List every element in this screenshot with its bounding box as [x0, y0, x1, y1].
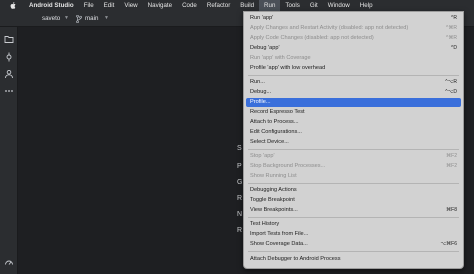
menu-edit[interactable]: Edit — [99, 0, 120, 11]
menu-item-label: Debugging Actions — [250, 187, 297, 193]
menu-item-apply-code-changes[interactable]: Apply Code Changes (disabled: app not de… — [246, 34, 461, 43]
commit-icon[interactable] — [4, 52, 14, 62]
menu-bar: Android Studio File Edit View Navigate C… — [0, 0, 474, 11]
apple-icon[interactable] — [10, 2, 16, 9]
menu-navigate[interactable]: Navigate — [143, 0, 177, 11]
menu-item-run-dialog[interactable]: Run... ^⌥R — [246, 78, 461, 87]
people-icon[interactable] — [4, 69, 14, 79]
more-icon[interactable] — [4, 86, 14, 96]
menu-item-select-device[interactable]: Select Device... — [246, 138, 461, 147]
menu-separator — [248, 183, 459, 184]
menu-item-label: Select Device... — [250, 139, 289, 145]
menu-separator — [248, 75, 459, 76]
menu-item-label: Stop 'app' — [250, 153, 275, 159]
menu-item-run-with-coverage[interactable]: Run 'app' with Coverage — [246, 54, 461, 63]
menu-item-shortcut: ⌘F2 — [446, 163, 457, 169]
folder-icon[interactable] — [4, 34, 14, 44]
menu-item-shortcut: ^R — [451, 15, 457, 21]
menu-item-shortcut: ^⌥R — [445, 79, 457, 85]
menu-item-label: Attach Debugger to Android Process — [250, 256, 341, 262]
welcome-text-fragment: P — [237, 163, 242, 170]
menu-code[interactable]: Code — [177, 0, 202, 11]
menu-item-label: Attach to Process... — [250, 119, 299, 125]
menu-git[interactable]: Git — [305, 0, 323, 11]
menu-tools[interactable]: Tools — [280, 0, 304, 11]
menu-item-label: Debug... — [250, 89, 272, 95]
run-menu-dropdown: Run 'app' ^R Apply Changes and Restart A… — [243, 11, 464, 269]
menu-item-label: Edit Configurations... — [250, 129, 302, 135]
menu-view[interactable]: View — [119, 0, 142, 11]
menu-item-label: Import Tests from File... — [250, 231, 309, 237]
chevron-down-icon: ▼ — [64, 15, 69, 21]
menu-item-label: Apply Changes and Restart Activity (disa… — [250, 25, 409, 31]
menu-item-show-coverage-data[interactable]: Show Coverage Data... ⌥⌘F6 — [246, 240, 461, 249]
menu-item-label: Stop Background Processes... — [250, 163, 326, 169]
branch-icon — [76, 15, 82, 23]
menu-item-attach-debugger[interactable]: Attach Debugger to Android Process — [246, 255, 461, 264]
welcome-text-fragment: R — [237, 195, 243, 202]
menu-item-label: Show Coverage Data... — [250, 241, 308, 247]
menu-item-label: Run 'app' with Coverage — [250, 55, 311, 61]
welcome-text-fragment: G — [237, 179, 243, 186]
menu-item-stop-background-processes[interactable]: Stop Background Processes... ⌘F2 — [246, 162, 461, 171]
menu-separator — [248, 217, 459, 218]
menu-item-toggle-breakpoint[interactable]: Toggle Breakpoint — [246, 196, 461, 205]
menu-item-attach-to-process[interactable]: Attach to Process... — [246, 118, 461, 127]
menu-item-apply-changes-restart[interactable]: Apply Changes and Restart Activity (disa… — [246, 24, 461, 33]
performance-icon[interactable] — [4, 257, 14, 267]
branch-selector[interactable]: main — [85, 15, 98, 22]
chevron-down-icon: ▼ — [104, 15, 109, 21]
menu-item-label: Profile... — [250, 99, 271, 105]
menu-item-shortcut: ^⌥D — [445, 89, 457, 95]
menu-window[interactable]: Window — [323, 0, 355, 11]
menu-item-stop-app[interactable]: Stop 'app' ⌘F2 — [246, 152, 461, 161]
menu-item-label: Profile 'app' with low overhead — [250, 65, 326, 71]
menu-item-debugging-actions[interactable]: Debugging Actions — [246, 186, 461, 195]
menu-item-label: Test History — [250, 221, 280, 227]
menu-item-shortcut: ⌘F2 — [446, 153, 457, 159]
menu-item-label: Debug 'app' — [250, 45, 280, 51]
menu-item-profile-low-overhead[interactable]: Profile 'app' with low overhead — [246, 64, 461, 73]
menu-item-run-app[interactable]: Run 'app' ^R — [246, 14, 461, 23]
menu-android-studio[interactable]: Android Studio — [29, 0, 79, 11]
menu-item-view-breakpoints[interactable]: View Breakpoints... ⌘F8 — [246, 206, 461, 215]
menu-file[interactable]: File — [79, 0, 99, 11]
menu-item-label: View Breakpoints... — [250, 207, 298, 213]
welcome-text-fragment: R — [237, 227, 243, 234]
menu-item-label: Show Running List — [250, 173, 297, 179]
menu-item-import-tests[interactable]: Import Tests from File... — [246, 230, 461, 239]
menu-item-test-history[interactable]: Test History — [246, 220, 461, 229]
menu-item-shortcut: ^⌘R — [446, 25, 457, 31]
menu-item-label: Record Espresso Test — [250, 109, 305, 115]
left-tool-strip — [0, 27, 18, 274]
menu-item-shortcut: ^D — [451, 45, 457, 51]
menu-separator — [248, 149, 459, 150]
menu-build[interactable]: Build — [235, 0, 259, 11]
menu-refactor[interactable]: Refactor — [202, 0, 235, 11]
menu-item-label: Apply Code Changes (disabled: app not de… — [250, 35, 374, 41]
menu-item-debug-app[interactable]: Debug 'app' ^D — [246, 44, 461, 53]
menu-item-record-espresso-test[interactable]: Record Espresso Test — [246, 108, 461, 117]
welcome-text-fragment: S — [237, 145, 242, 152]
menu-item-shortcut: ⌘F8 — [446, 207, 457, 213]
menu-item-show-running-list[interactable]: Show Running List — [246, 172, 461, 181]
menu-run[interactable]: Run — [259, 0, 281, 11]
menu-separator — [248, 251, 459, 252]
menu-item-label: Toggle Breakpoint — [250, 197, 295, 203]
welcome-text-fragment: N — [237, 211, 243, 218]
menu-item-label: Run 'app' — [250, 15, 274, 21]
menu-item-label: Run... — [250, 79, 265, 85]
menu-item-shortcut: ⌥⌘F6 — [440, 241, 457, 247]
menu-item-edit-configurations[interactable]: Edit Configurations... — [246, 128, 461, 137]
menu-item-debug-dialog[interactable]: Debug... ^⌥D — [246, 88, 461, 97]
menu-help[interactable]: Help — [355, 0, 378, 11]
project-selector[interactable]: saveto — [42, 15, 60, 22]
menu-item-shortcut: ^⌘R — [446, 35, 457, 41]
menu-item-profile[interactable]: Profile... — [246, 98, 461, 107]
